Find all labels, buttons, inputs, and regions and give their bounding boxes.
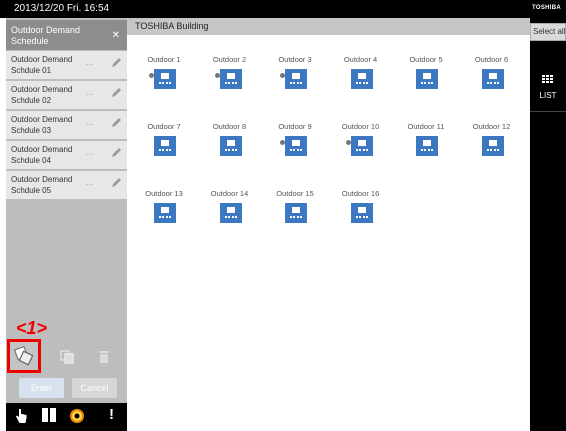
outdoor-unit-icon [350,203,373,223]
more-options[interactable]: ... [86,177,94,187]
outdoor-unit[interactable]: Outdoor 5 [395,55,457,111]
outdoor-unit-icon [416,69,438,89]
unit-label: Outdoor 6 [474,55,509,64]
unit-label: Outdoor 14 [210,189,249,198]
schedule-item[interactable]: Outdoor Demand Schdule 02... [6,81,127,109]
schedule-name: Outdoor Demand Schdule 04 [11,145,73,165]
brand-logo: TOSHIBA [532,5,561,11]
schedule-name: Outdoor Demand Schdule 01 [11,55,73,75]
outdoor-unit[interactable]: Outdoor 15 [264,189,326,245]
outdoor-unit-icon [285,69,307,89]
schedule-list: Outdoor Demand Schdule 01... Outdoor Dema… [6,51,127,201]
unit-label: Outdoor 9 [278,122,312,131]
enter-button[interactable]: Enter [19,378,64,398]
outdoor-unit[interactable]: Outdoor 4 [330,55,392,111]
outdoor-unit-icon [219,136,242,156]
unit-label: Outdoor 7 [147,122,181,131]
outdoor-unit-icon [350,136,373,156]
unit-label: Outdoor 12 [472,122,511,131]
unit-label: Outdoor 13 [145,189,183,198]
more-options[interactable]: ... [86,147,94,157]
outdoor-unit[interactable]: Outdoor 10 [330,122,392,178]
unit-label: Outdoor 10 [341,122,380,131]
outdoor-unit[interactable]: Outdoor 8 [199,122,261,178]
outdoor-unit[interactable]: Outdoor 14 [199,189,261,245]
trash-icon[interactable] [98,350,110,364]
schedule-name: Outdoor Demand Schdule 02 [11,85,73,105]
schedule-item[interactable]: Outdoor Demand Schdule 01... [6,51,127,79]
select-all-button[interactable]: Select all [530,23,566,41]
more-options[interactable]: ... [86,117,94,127]
outdoor-unit[interactable]: Outdoor 2 [199,55,261,111]
unit-grid: Outdoor 1 Outdoor 2 Outdoor 3 Outdoor 4 Outd… [127,35,530,431]
more-options[interactable]: ... [86,87,94,97]
outdoor-unit-icon [481,69,504,89]
schedule-item[interactable]: Outdoor Demand Schdule 05... [6,171,127,199]
outdoor-unit-icon [481,136,504,156]
sidebar-header: Outdoor Demand Schedule ✕ [6,20,127,50]
unit-label: Outdoor 2 [212,55,247,64]
hand-pointer-icon[interactable] [14,407,28,430]
outdoor-unit[interactable]: Outdoor 7 [133,122,195,178]
outdoor-unit[interactable]: Outdoor 9 [264,122,326,178]
list-view-button[interactable]: LIST [530,91,566,100]
outdoor-unit[interactable]: Outdoor 1 [133,55,195,111]
outdoor-unit-icon [285,136,307,156]
outdoor-unit[interactable]: Outdoor 16 [330,189,392,245]
cancel-button[interactable]: Cancel [72,378,117,398]
pencil-icon[interactable] [110,177,122,189]
divider [530,111,566,112]
gear-icon[interactable] [68,407,86,430]
unit-label: Outdoor 5 [409,55,443,64]
close-icon[interactable]: ✕ [112,31,120,41]
unit-label: Outdoor 4 [343,55,378,64]
outdoor-unit-icon [416,136,438,156]
pencil-icon[interactable] [110,87,122,99]
unit-label: Outdoor 3 [278,55,312,64]
bottom-toolbar: ! [6,403,127,431]
status-bar: 2013/12/20 Fri. 16:54 TOSHIBA [0,0,566,18]
main-header: TOSHIBA Building [127,18,530,35]
schedule-item[interactable]: Outdoor Demand Schdule 04... [6,141,127,169]
unit-label: Outdoor 15 [276,189,314,198]
callout-marker: <1> [16,318,48,338]
schedule-sidebar: Outdoor Demand Schedule ✕ Outdoor Demand… [6,18,127,403]
schedule-item[interactable]: Outdoor Demand Schdule 03... [6,111,127,139]
right-panel: Select all LIST [530,18,566,431]
add-schedule-icon [13,345,34,366]
pencil-icon[interactable] [110,147,122,159]
more-options[interactable]: ... [86,57,94,67]
outdoor-unit[interactable]: Outdoor 6 [461,55,523,111]
outdoor-unit[interactable]: Outdoor 11 [395,122,457,178]
unit-label: Outdoor 1 [147,55,181,64]
unit-label: Outdoor 11 [407,122,445,131]
pencil-icon[interactable] [110,117,122,129]
sidebar-title: Outdoor Demand Schedule [11,25,81,46]
pencil-icon[interactable] [110,57,122,69]
outdoor-unit-icon [154,203,176,223]
outdoor-unit-icon [154,136,176,156]
outdoor-unit-icon [285,203,307,223]
copy-icon[interactable] [60,350,74,364]
schedule-name: Outdoor Demand Schdule 05 [11,175,73,195]
unit-label: Outdoor 8 [212,122,247,131]
schedule-name: Outdoor Demand Schdule 03 [11,115,73,135]
outdoor-unit-icon [219,69,242,89]
building-name: TOSHIBA Building [135,21,209,31]
outdoor-unit-icon [219,203,242,223]
datetime: 2013/12/20 Fri. 16:54 [14,3,110,14]
outdoor-unit[interactable]: Outdoor 13 [133,189,195,245]
outdoor-unit-icon [154,69,176,89]
grid-list-icon[interactable] [542,75,554,84]
outdoor-unit[interactable]: Outdoor 12 [461,122,523,178]
unit-label: Outdoor 16 [341,189,380,198]
outdoor-unit-icon [350,69,373,89]
add-schedule-button[interactable] [7,339,41,373]
alert-icon[interactable]: ! [109,406,114,424]
panels-icon[interactable] [42,407,56,428]
outdoor-unit[interactable]: Outdoor 3 [264,55,326,111]
schedule-tools: Enter Cancel [6,338,127,403]
